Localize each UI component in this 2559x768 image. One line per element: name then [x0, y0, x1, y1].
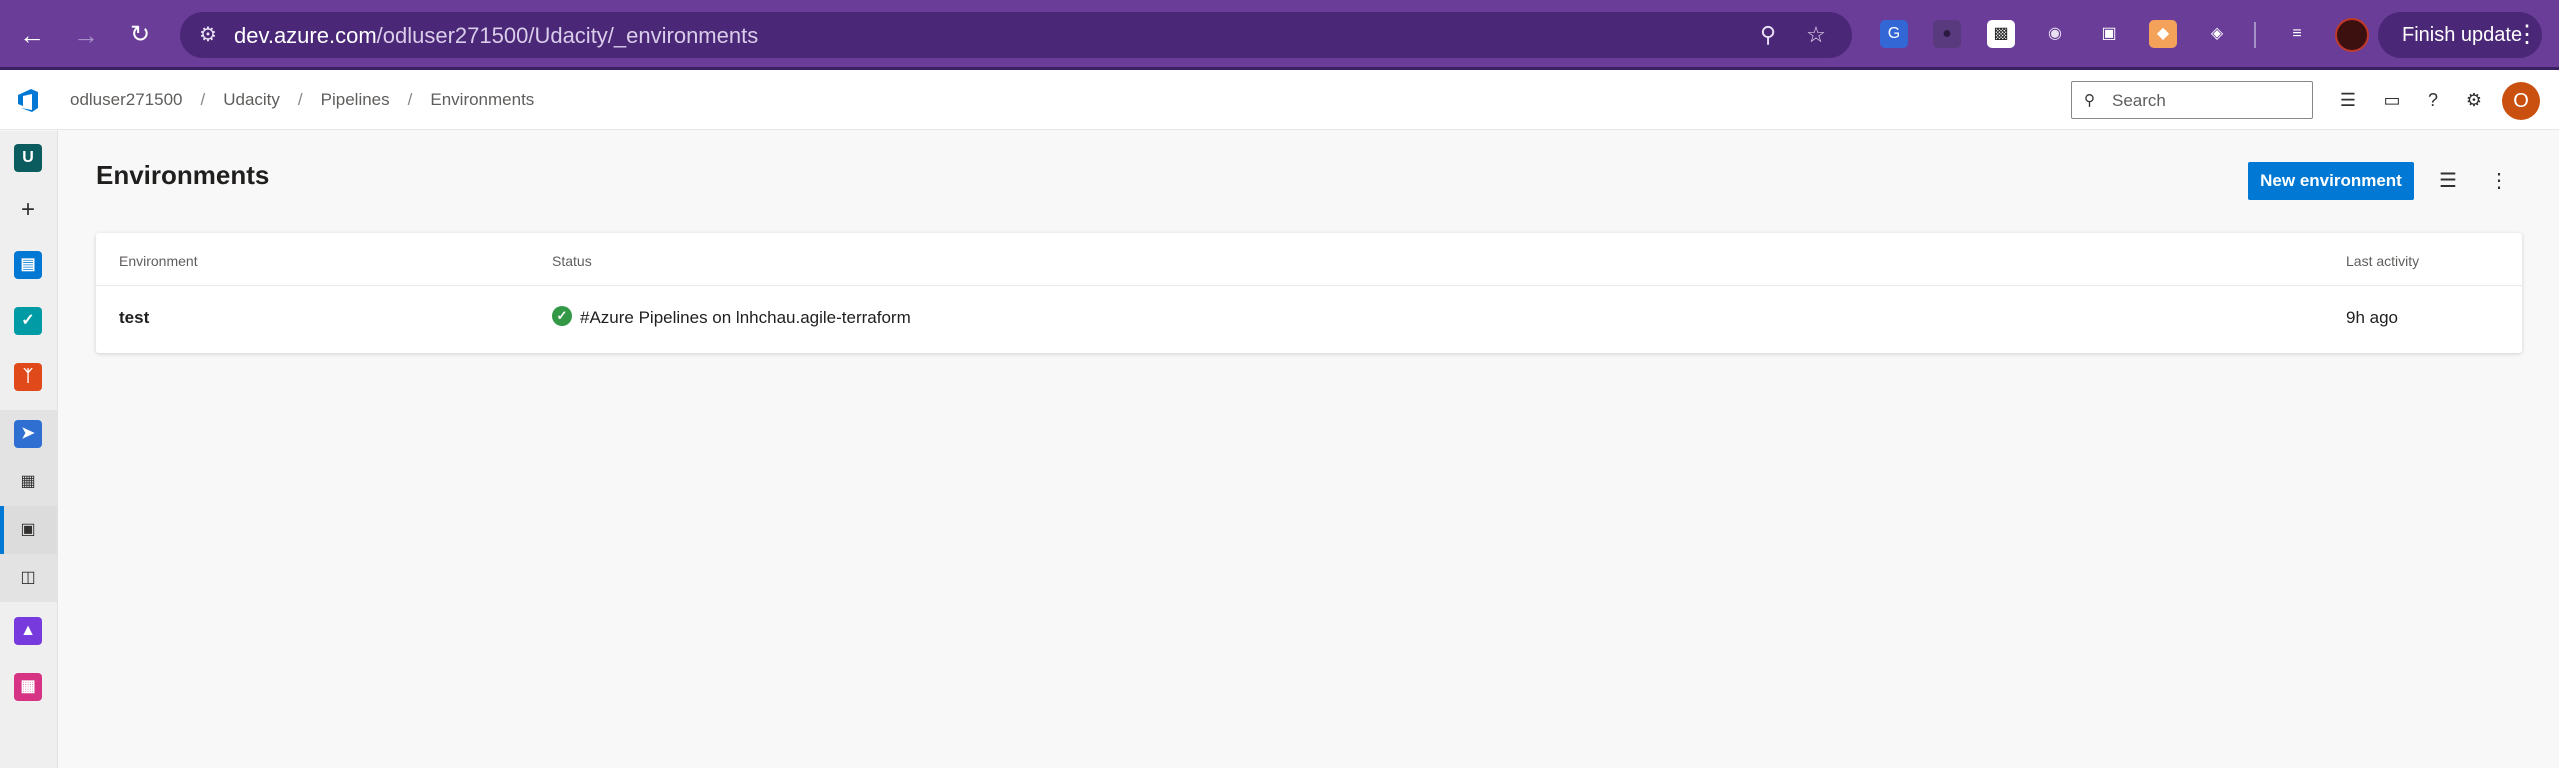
extension-icon[interactable]: ● [1933, 20, 1961, 48]
column-header-status: Status [552, 253, 592, 269]
breadcrumb-project[interactable]: Udacity [223, 90, 280, 110]
column-header-last-activity: Last activity [2346, 253, 2420, 269]
forward-icon[interactable]: → [68, 17, 104, 53]
breadcrumb-separator: / [200, 90, 206, 109]
pipelines-icon: ➤ [14, 420, 42, 448]
boards-icon: ✓ [14, 307, 42, 335]
breadcrumb-separator: / [297, 90, 303, 109]
url-host: dev.azure.com [234, 23, 377, 48]
left-nav: U + ▤ ✓ ᛉ ➤ ▦ ▣ ◫ ▲ ▦ [0, 131, 58, 768]
chrome-extension-icon[interactable]: ◉ [2041, 20, 2069, 48]
profile-avatar[interactable] [2335, 18, 2369, 52]
breadcrumb-separator: / [407, 90, 413, 109]
plus-icon: + [20, 196, 35, 223]
site-info-icon[interactable]: ⚙ [194, 21, 222, 49]
search-placeholder: Search [2112, 91, 2166, 110]
breadcrumb-pipelines[interactable]: Pipelines [321, 90, 390, 110]
search-input[interactable]: ⚲ Search [2071, 81, 2313, 119]
library-icon: ◫ [20, 569, 36, 586]
more-vert-icon[interactable]: ⋮ [2514, 12, 2540, 58]
extension-orange-icon[interactable]: ◆ [2149, 20, 2177, 48]
last-activity: 9h ago [2346, 308, 2398, 327]
nav-environments[interactable]: ▣ [0, 506, 57, 554]
nav-pipelines-sub[interactable]: ▦ [0, 458, 57, 506]
url-path: /odluser271500/Udacity/_environments [376, 23, 759, 48]
qr-code-icon[interactable]: ▩ [1987, 20, 2015, 48]
environments-table: Environment Status Last activity test ✓ … [96, 233, 2522, 353]
success-check-icon: ✓ [552, 306, 572, 326]
bookmark-star-icon[interactable]: ☆ [1802, 21, 1830, 49]
artifacts-icon: ▦ [14, 673, 42, 701]
search-icon: ⚲ [2084, 92, 2095, 109]
toolbar-divider [2254, 22, 2256, 48]
task-list-icon[interactable]: ☰ [2336, 88, 2360, 112]
azure-devops-logo-icon[interactable] [14, 86, 42, 114]
more-actions-icon[interactable]: ⋮ [2484, 166, 2514, 196]
nav-project[interactable]: U [0, 134, 57, 182]
help-icon[interactable]: ? [2421, 88, 2445, 112]
translate-icon[interactable]: G [1880, 20, 1908, 48]
nav-library[interactable]: ◫ [0, 554, 57, 602]
filter-icon[interactable]: ☰ [2433, 166, 2463, 196]
nav-boards[interactable]: ✓ [0, 297, 57, 345]
user-settings-icon[interactable]: ⚙ [2462, 88, 2486, 112]
column-header-environment: Environment [119, 253, 198, 269]
nav-test-plans[interactable]: ▲ [0, 607, 57, 655]
user-avatar[interactable]: O [2502, 82, 2540, 120]
environments-icon: ▣ [20, 521, 36, 538]
page-title: Environments [96, 160, 270, 190]
breadcrumb: odluser271500 / Udacity / Pipelines / Environm… [70, 90, 534, 110]
nav-overview[interactable]: ▤ [0, 241, 57, 289]
back-icon[interactable]: ← [14, 17, 50, 53]
project-avatar: U [14, 144, 42, 172]
overview-icon: ▤ [14, 251, 42, 279]
nav-add[interactable]: + [0, 186, 57, 234]
breadcrumb-organization[interactable]: odluser271500 [70, 90, 182, 110]
shopping-bag-icon[interactable]: ▭ [2380, 88, 2404, 112]
zoom-icon[interactable]: ⚲ [1754, 21, 1782, 49]
ado-header: odluser271500 / Udacity / Pipelines / Environm… [0, 70, 2559, 130]
pipelines-sub-icon: ▦ [20, 473, 36, 490]
puzzle-extensions-icon[interactable]: ◈ [2203, 20, 2231, 48]
address-bar[interactable]: ⚙ dev.azure.com/odluser271500/Udacity/_e… [180, 12, 1852, 58]
breadcrumb-environments[interactable]: Environments [430, 90, 534, 110]
status-text[interactable]: #Azure Pipelines on lnhchau.agile-terraf… [580, 308, 911, 328]
test-plans-icon: ▲ [14, 617, 42, 645]
repos-icon: ᛉ [14, 363, 42, 391]
nav-repos[interactable]: ᛉ [0, 353, 57, 401]
media-queue-icon[interactable]: ≡ [2283, 20, 2311, 48]
new-environment-button[interactable]: New environment [2248, 162, 2414, 200]
environment-name[interactable]: test [119, 308, 149, 328]
reload-icon[interactable]: ↻ [122, 17, 158, 53]
picture-in-picture-icon[interactable]: ▣ [2095, 20, 2123, 48]
nav-pipelines[interactable]: ➤ [0, 410, 57, 458]
nav-artifacts[interactable]: ▦ [0, 663, 57, 711]
table-row[interactable]: test ✓ #Azure Pipelines on lnhchau.agile… [96, 286, 2522, 352]
browser-toolbar: ← → ↻ ⚙ dev.azure.com/odluser271500/Udac… [0, 0, 2559, 70]
url-text[interactable]: dev.azure.com/odluser271500/Udacity/_env… [234, 23, 758, 49]
